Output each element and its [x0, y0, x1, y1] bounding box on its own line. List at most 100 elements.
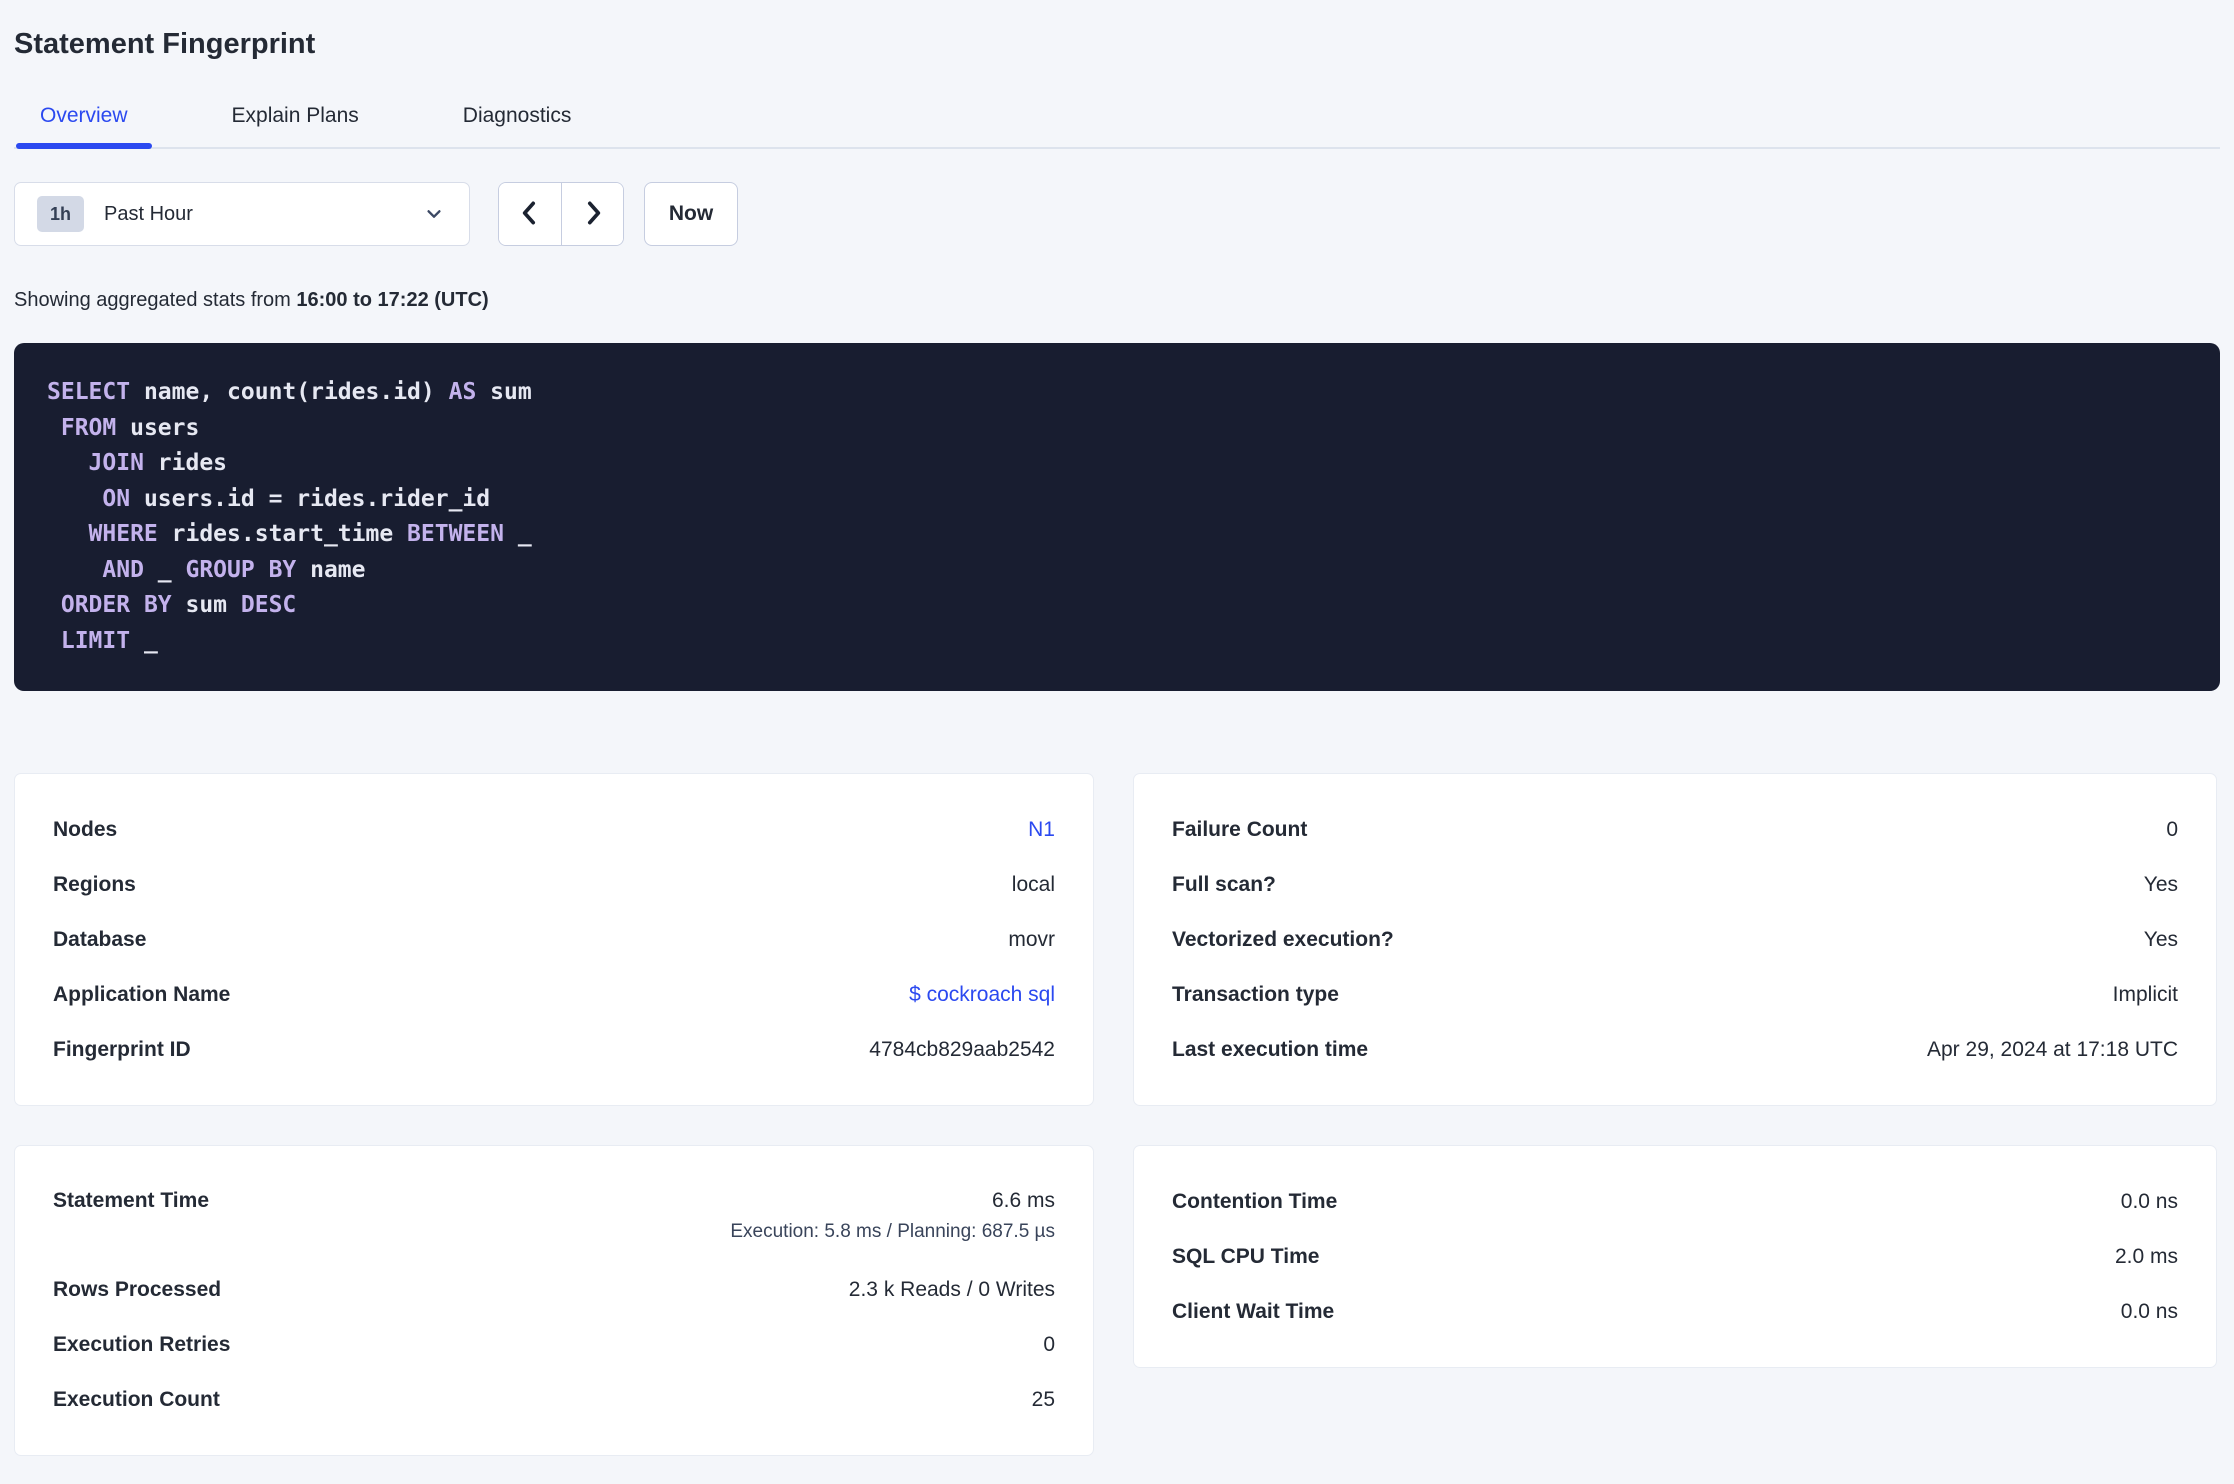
stat-row: Contention Time 0.0 ns	[1172, 1174, 2178, 1229]
sql-keyword: BETWEEN	[407, 521, 504, 547]
sql-line: LIMIT _	[47, 624, 2187, 660]
stat-value: 0.0 ns	[2120, 1299, 2178, 1323]
sql-line: ON users.id = rides.rider_id	[47, 482, 2187, 518]
sql-keyword: JOIN	[88, 450, 144, 476]
stat-value-wrap: Yes	[2144, 872, 2178, 898]
sql-keyword: SELECT	[47, 379, 131, 405]
sql-text: rides.start_time	[157, 521, 408, 547]
stat-value: 0	[1043, 1332, 1055, 1356]
time-range-label: Past Hour	[104, 202, 193, 225]
time-picker-row: 1h Past Hour Now	[14, 182, 2220, 246]
stat-row: Regions local	[53, 857, 1055, 912]
stat-row: Nodes N1	[53, 802, 1055, 857]
sql-line: AND _ GROUP BY name	[47, 553, 2187, 589]
stats-caption-prefix: Showing aggregated stats from	[14, 289, 291, 311]
stat-label: Vectorized execution?	[1172, 927, 1394, 951]
next-time-button[interactable]	[561, 183, 623, 245]
sql-line: ORDER BY sum DESC	[47, 588, 2187, 624]
stat-value: 0.0 ns	[2120, 1189, 2178, 1213]
stat-value-wrap: Yes	[2144, 927, 2178, 953]
stat-label: Contention Time	[1172, 1189, 1338, 1213]
statement-fingerprint-page: Statement Fingerprint Overview Explain Pl…	[0, 26, 2234, 1456]
tab-bar: Overview Explain Plans Diagnostics	[14, 104, 2220, 149]
statement-timing-card: Statement Time 6.6 ms Execution: 5.8 ms / …	[14, 1145, 1094, 1456]
stat-label: Statement Time	[53, 1189, 209, 1212]
stat-label: Nodes	[53, 817, 118, 841]
stat-value: 2.0 ms	[2114, 1244, 2178, 1268]
stat-value: 4784cb829aab2542	[869, 1037, 1055, 1061]
statement-details-card: Nodes N1 Regions local Database movr Applicati…	[14, 773, 1094, 1106]
execution-attributes-card: Failure Count 0 Full scan? Yes Vectorized ex…	[1133, 773, 2217, 1106]
sql-text: name, count(rides.id)	[130, 379, 449, 405]
stat-value: 0	[2166, 817, 2178, 841]
stat-value-wrap: Implicit	[2113, 982, 2178, 1008]
sql-keyword: WHERE	[88, 521, 158, 547]
sql-line: FROM users	[47, 411, 2187, 447]
stat-row: Full scan? Yes	[1172, 857, 2178, 912]
chevron-down-icon	[421, 201, 447, 227]
stat-row: Vectorized execution? Yes	[1172, 912, 2178, 967]
stat-row: Execution Retries 0	[53, 1317, 1055, 1372]
sql-text: _	[143, 556, 186, 583]
stat-row: Execution Count 25	[53, 1372, 1055, 1427]
stat-label: Execution Retries	[53, 1332, 231, 1356]
stat-value-wrap: 4784cb829aab2542	[869, 1037, 1055, 1063]
time-range-select[interactable]: 1h Past Hour	[14, 182, 470, 246]
sql-text: _	[503, 521, 532, 547]
sql-keyword: ORDER BY	[60, 592, 172, 618]
sql-text: sum	[476, 379, 532, 405]
time-interval-badge: 1h	[37, 196, 85, 232]
stat-value: 25	[1031, 1387, 1055, 1411]
stat-value-wrap: 0	[2166, 817, 2178, 843]
stat-value-wrap: N1	[1028, 817, 1055, 843]
stat-row: Failure Count 0	[1172, 802, 2178, 857]
stat-row: SQL CPU Time 2.0 ms	[1172, 1229, 2178, 1284]
sql-keyword: AS	[448, 379, 477, 405]
stat-value-wrap: 0.0 ns	[2121, 1189, 2178, 1215]
tab-explain-plans[interactable]: Explain Plans	[208, 104, 383, 147]
now-button[interactable]: Now	[644, 182, 738, 246]
stat-label: Regions	[53, 872, 136, 896]
sql-text: _	[130, 627, 158, 654]
stat-value-link[interactable]: N1	[1028, 817, 1055, 843]
sql-line: SELECT name, count(rides.id) AS sum	[47, 375, 2187, 411]
stat-row: Statement Time 6.6 ms Execution: 5.8 ms / …	[53, 1174, 1055, 1262]
sql-keyword: LIMIT	[60, 627, 131, 654]
stat-value-link[interactable]: $ cockroach sql	[909, 982, 1055, 1008]
sql-keyword: GROUP BY	[185, 556, 297, 583]
stat-value-wrap: $ cockroach sql	[909, 982, 1055, 1008]
time-nav-group	[498, 182, 624, 246]
tab-overview[interactable]: Overview	[16, 104, 152, 149]
sql-text: name	[296, 556, 366, 583]
stat-value-wrap: 2.0 ms	[2115, 1244, 2178, 1270]
chevron-right-icon	[580, 198, 606, 231]
stat-row: Rows Processed 2.3 k Reads / 0 Writes	[53, 1262, 1055, 1317]
sql-keyword: AND	[102, 556, 144, 583]
sql-line: WHERE rides.start_time BETWEEN _	[47, 517, 2187, 553]
stats-panels: Nodes N1 Regions local Database movr Applicati…	[14, 773, 2220, 1456]
stat-value-wrap: 2.3 k Reads / 0 Writes	[849, 1277, 1055, 1303]
stat-label: Last execution time	[1172, 1037, 1369, 1061]
stat-subvalue: Execution: 5.8 ms / Planning: 687.5 µs	[730, 1221, 1055, 1242]
stat-row: Transaction type Implicit	[1172, 967, 2178, 1022]
stat-value: 6.6 ms	[991, 1189, 1055, 1212]
tab-diagnostics[interactable]: Diagnostics	[439, 104, 596, 147]
stat-value-wrap: Apr 29, 2024 at 17:18 UTC	[1927, 1037, 2178, 1063]
stat-label: SQL CPU Time	[1172, 1244, 1320, 1268]
stat-value: Yes	[2143, 872, 2178, 896]
page-title: Statement Fingerprint	[14, 28, 316, 60]
prev-time-button[interactable]	[499, 183, 561, 245]
stats-caption-range: 16:00 to 17:22 (UTC)	[296, 289, 489, 311]
sql-text: rides	[143, 450, 228, 476]
sql-keyword: FROM	[60, 414, 117, 441]
stat-value: Yes	[2143, 927, 2178, 951]
sql-statement: SELECT name, count(rides.id) AS sum FROM…	[14, 343, 2220, 691]
stat-label: Database	[53, 927, 147, 951]
stat-label: Rows Processed	[53, 1277, 222, 1301]
stat-label: Client Wait Time	[1172, 1299, 1335, 1323]
stat-value-wrap: movr	[1008, 927, 1055, 953]
